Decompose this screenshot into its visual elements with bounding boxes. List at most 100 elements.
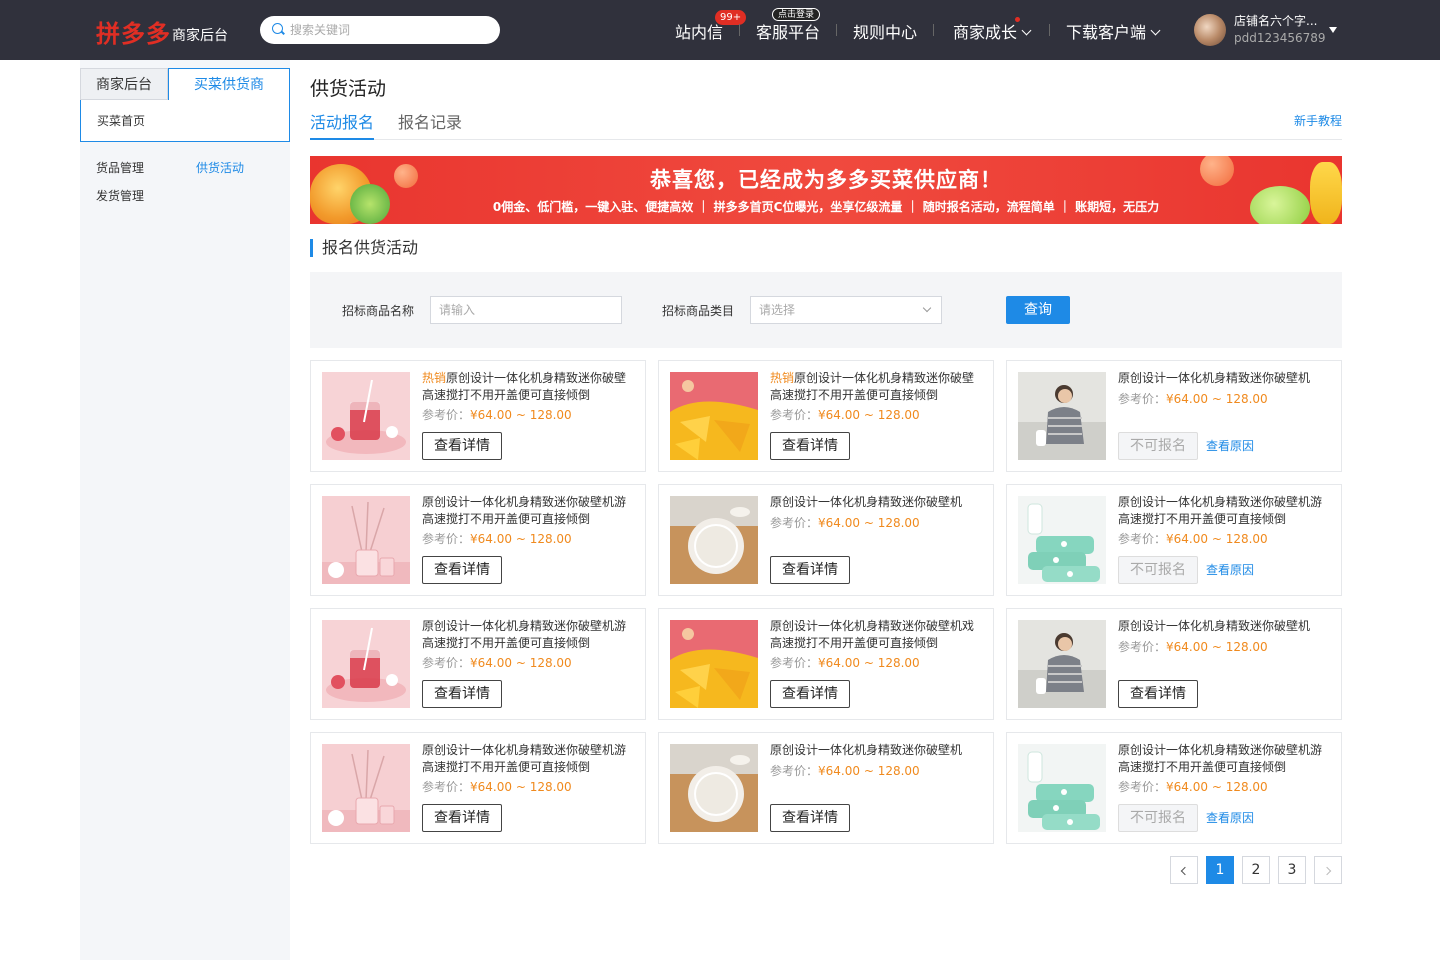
nav-service[interactable]: 客服平台 [756, 19, 820, 43]
tutorial-link[interactable]: 新手教程 [1294, 112, 1342, 129]
view-detail-button[interactable]: 查看详情 [422, 556, 502, 584]
sidebar-tab-supplier[interactable]: 买菜供货商 [168, 68, 290, 100]
product-title-text: 原创设计一体化机身精致迷你破壁机游高速搅打不用开盖便可直接倾倒 [1118, 743, 1323, 774]
category-select[interactable]: 请选择 [750, 296, 942, 324]
product-image[interactable] [322, 620, 410, 708]
product-card[interactable]: 原创设计一体化机身精致迷你破壁机游高速搅打不用开盖便可直接倾倒 参考价：¥64.0… [310, 484, 646, 596]
chevron-down-icon [922, 303, 932, 313]
top-bar: 拼多多 商家后台 站内信 99+ 客服平台 点击登录 规则中心 商家成长 下载客… [0, 0, 1440, 60]
nav-divider [739, 24, 740, 36]
product-card[interactable]: 原创设计一体化机身精致迷你破壁机游高速搅打不用开盖便可直接倾倒 参考价：¥64.0… [1006, 484, 1342, 596]
view-detail-button[interactable]: 查看详情 [422, 680, 502, 708]
shop-id: pdd123456789 [1234, 31, 1326, 45]
product-card[interactable]: 原创设计一体化机身精致迷你破壁机游高速搅打不用开盖便可直接倾倒 参考价：¥64.0… [310, 732, 646, 844]
product-title-text: 原创设计一体化机身精致迷你破壁机游高速搅打不用开盖便可直接倾倒 [1118, 495, 1323, 526]
view-detail-button[interactable]: 查看详情 [770, 432, 850, 460]
product-image[interactable] [322, 372, 410, 460]
sidebar-item-home[interactable]: 买菜首页 [80, 100, 290, 142]
prev-page-button[interactable] [1170, 856, 1198, 884]
page-1-button[interactable]: 1 [1206, 856, 1234, 884]
view-detail-button[interactable]: 查看详情 [1118, 680, 1198, 708]
price-value: ¥64.00 ~ 128.00 [470, 408, 572, 422]
tab-divider [310, 139, 1342, 140]
signup-disabled-button: 不可报名 [1118, 556, 1198, 584]
view-reason-link[interactable]: 查看原因 [1206, 561, 1254, 578]
tab-records[interactable]: 报名记录 [398, 109, 462, 133]
promo-banner[interactable]: 恭喜您，已经成为多多买菜供应商！ 0佣金、低门槛，一键入驻、便捷高效 ｜ 拼多多… [310, 156, 1342, 224]
product-card[interactable]: 原创设计一体化机身精致迷你破壁机 参考价：¥64.00 ~ 128.00 查看详情 [658, 484, 994, 596]
product-title-text: 原创设计一体化机身精致迷你破壁机 [770, 495, 963, 509]
product-image[interactable] [670, 496, 758, 584]
product-image[interactable] [1018, 372, 1106, 460]
sidebar-item-shipping[interactable]: 发货管理 [96, 187, 144, 204]
product-title: 热销原创设计一体化机身精致迷你破壁高速搅打不用开盖便可直接倾倒 [770, 370, 984, 404]
next-page-button[interactable] [1314, 856, 1342, 884]
logo-brand[interactable]: 拼多多 [96, 14, 171, 49]
price-label: 参考价： [1118, 392, 1167, 406]
product-image[interactable] [1018, 744, 1106, 832]
nav-divider [1049, 24, 1050, 36]
product-price: 参考价：¥64.00 ~ 128.00 [770, 514, 920, 531]
account-dropdown-icon[interactable] [1329, 27, 1337, 33]
product-card[interactable]: 原创设计一体化机身精致迷你破壁机 参考价：¥64.00 ~ 128.00 查看详情 [658, 732, 994, 844]
shop-name[interactable]: 店铺名六个字... [1234, 12, 1317, 29]
nav-rules[interactable]: 规则中心 [853, 19, 917, 43]
price-value: ¥64.00 ~ 128.00 [1166, 640, 1268, 654]
product-title: 原创设计一体化机身精致迷你破壁机游高速搅打不用开盖便可直接倾倒 [422, 742, 636, 776]
tab-signup[interactable]: 活动报名 [310, 109, 374, 133]
product-image[interactable] [670, 372, 758, 460]
sidebar-item-supply-activity[interactable]: 供货活动 [196, 159, 244, 176]
price-label: 参考价： [422, 408, 471, 422]
product-image[interactable] [1018, 620, 1106, 708]
view-detail-button[interactable]: 查看详情 [770, 556, 850, 584]
product-image[interactable] [670, 744, 758, 832]
view-reason-link[interactable]: 查看原因 [1206, 437, 1254, 454]
product-price: 参考价：¥64.00 ~ 128.00 [422, 530, 572, 547]
search-input[interactable] [290, 21, 490, 39]
chevron-down-icon [1021, 25, 1032, 36]
product-card[interactable]: 原创设计一体化机身精致迷你破壁机游高速搅打不用开盖便可直接倾倒 参考价：¥64.0… [310, 608, 646, 720]
product-card[interactable]: 热销原创设计一体化机身精致迷你破壁高速搅打不用开盖便可直接倾倒 参考价：¥64.0… [658, 360, 994, 472]
product-card[interactable]: 原创设计一体化机身精致迷你破壁机 参考价：¥64.00 ~ 128.00 查看详情 [1006, 608, 1342, 720]
product-card[interactable]: 热销原创设计一体化机身精致迷你破壁高速搅打不用开盖便可直接倾倒 参考价：¥64.0… [310, 360, 646, 472]
price-value: ¥64.00 ~ 128.00 [818, 408, 920, 422]
price-value: ¥64.00 ~ 128.00 [470, 780, 572, 794]
chevron-right-icon [1322, 866, 1332, 876]
sidebar-tab-merchant[interactable]: 商家后台 [80, 68, 168, 100]
product-image[interactable] [670, 620, 758, 708]
price-label: 参考价： [770, 516, 819, 530]
active-tab-indicator [310, 138, 374, 140]
search-box[interactable] [260, 16, 500, 44]
name-filter-input[interactable]: 请输入 [430, 296, 622, 324]
product-image[interactable] [1018, 496, 1106, 584]
product-title-text: 原创设计一体化机身精致迷你破壁机 [1118, 619, 1311, 633]
nav-divider [933, 24, 934, 36]
logo-sub[interactable]: 商家后台 [172, 25, 228, 45]
product-price: 参考价：¥64.00 ~ 128.00 [1118, 778, 1268, 795]
view-detail-button[interactable]: 查看详情 [422, 804, 502, 832]
product-image[interactable] [322, 744, 410, 832]
product-image[interactable] [322, 496, 410, 584]
view-detail-button[interactable]: 查看详情 [422, 432, 502, 460]
sidebar-item-goods[interactable]: 货品管理 [96, 159, 144, 176]
chevron-left-icon [1180, 866, 1190, 876]
price-label: 参考价： [1118, 640, 1167, 654]
price-value: ¥64.00 ~ 128.00 [1166, 392, 1268, 406]
view-reason-link[interactable]: 查看原因 [1206, 809, 1254, 826]
nav-growth[interactable]: 商家成长 [953, 19, 1032, 43]
page-3-button[interactable]: 3 [1278, 856, 1306, 884]
product-title-text: 原创设计一体化机身精致迷你破壁机 [1118, 371, 1311, 385]
nav-messages[interactable]: 站内信 [675, 19, 723, 43]
page-2-button[interactable]: 2 [1242, 856, 1270, 884]
avatar[interactable] [1194, 14, 1226, 46]
query-button[interactable]: 查询 [1006, 296, 1070, 324]
service-login-badge[interactable]: 点击登录 [772, 8, 821, 21]
product-card[interactable]: 原创设计一体化机身精致迷你破壁机游高速搅打不用开盖便可直接倾倒参考价：¥64.0… [1006, 732, 1342, 844]
product-card[interactable]: 原创设计一体化机身精致迷你破壁机 参考价：¥64.00 ~ 128.00 查看原因不… [1006, 360, 1342, 472]
product-title: 原创设计一体化机身精致迷你破壁机游高速搅打不用开盖便可直接倾倒 [1118, 742, 1332, 776]
nav-download[interactable]: 下载客户端 [1066, 19, 1161, 43]
view-detail-button[interactable]: 查看详情 [770, 804, 850, 832]
product-price: 参考价：¥64.00 ~ 128.00 [770, 762, 920, 779]
view-detail-button[interactable]: 查看详情 [770, 680, 850, 708]
product-card[interactable]: 原创设计一体化机身精致迷你破壁机戏高速搅打不用开盖便可直接倾倒 参考价：¥64.0… [658, 608, 994, 720]
